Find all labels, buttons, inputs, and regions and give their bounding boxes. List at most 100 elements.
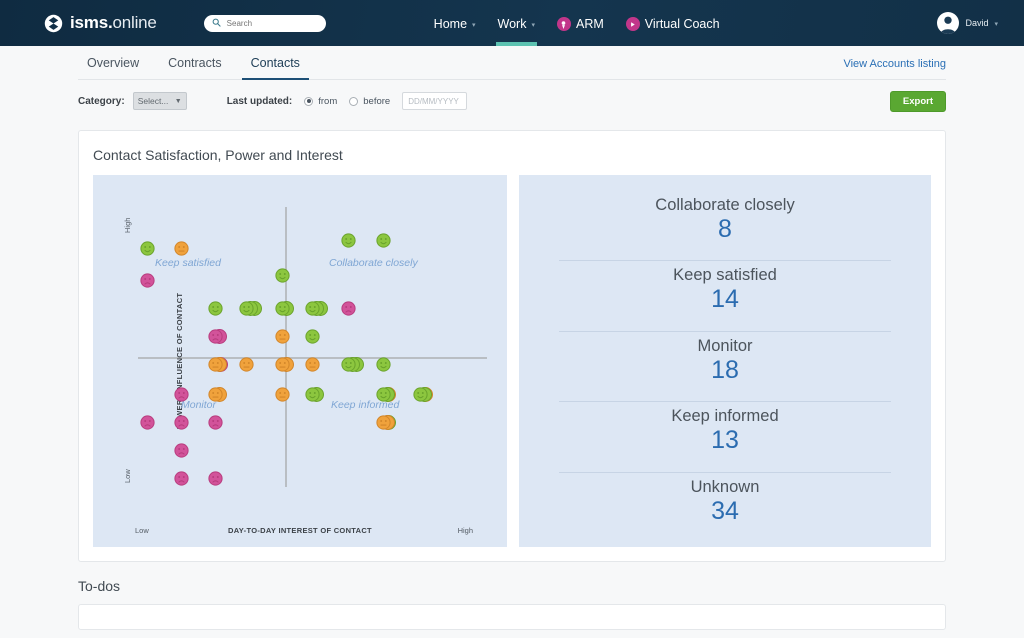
summary-row-unknown[interactable]: Unknown 34 <box>559 471 891 531</box>
nav-item-home-label: Home <box>433 17 468 31</box>
contact-point[interactable] <box>239 357 254 372</box>
date-input-placeholder: DD/MM/YYYY <box>408 96 459 106</box>
contact-point[interactable] <box>140 273 155 288</box>
contact-point[interactable] <box>208 329 223 344</box>
contact-point[interactable] <box>305 329 320 344</box>
chart-y-tick-low: Low <box>123 469 132 483</box>
contact-point[interactable] <box>275 301 290 316</box>
contact-point[interactable] <box>174 471 189 486</box>
view-accounts-listing-link[interactable]: View Accounts listing <box>843 58 946 70</box>
date-input[interactable]: DD/MM/YYYY <box>402 92 468 110</box>
contact-point[interactable] <box>376 233 391 248</box>
contact-point[interactable] <box>341 233 356 248</box>
user-name-label: David <box>965 18 989 28</box>
nav-item-work-label: Work <box>497 17 527 31</box>
summary-row-monitor[interactable]: Monitor 18 <box>559 330 891 390</box>
contact-point[interactable] <box>305 357 320 372</box>
tab-overview[interactable]: Overview <box>78 56 148 79</box>
contact-point[interactable] <box>376 357 391 372</box>
summary-label: Keep informed <box>671 407 779 426</box>
contact-point[interactable] <box>208 357 223 372</box>
brand-name-light: online <box>112 13 157 32</box>
summary-count: 8 <box>718 214 732 243</box>
contact-point[interactable] <box>341 357 356 372</box>
search-input[interactable] <box>224 17 318 29</box>
chevron-down-icon: ▾ <box>472 21 476 29</box>
chevron-down-icon: ▼ <box>174 97 182 105</box>
contact-point[interactable] <box>275 268 290 283</box>
radio-before[interactable] <box>349 96 359 106</box>
contact-point[interactable] <box>174 241 189 256</box>
contact-point[interactable] <box>239 301 254 316</box>
nav-item-virtual-coach-label: Virtual Coach <box>644 17 720 31</box>
chevron-down-icon: ▾ <box>531 21 535 29</box>
brand-logo[interactable]: isms.online <box>44 13 157 33</box>
contact-point[interactable] <box>174 415 189 430</box>
chart-y-axis <box>285 207 287 487</box>
contact-point[interactable] <box>208 387 223 402</box>
summary-label: Unknown <box>690 477 760 496</box>
contact-point[interactable] <box>305 301 320 316</box>
contact-point[interactable] <box>275 387 290 402</box>
export-button[interactable]: Export <box>889 90 946 112</box>
radio-from-label: from <box>318 95 338 107</box>
tab-contacts[interactable]: Contacts <box>241 56 310 80</box>
summary-row-collaborate-closely[interactable]: Collaborate closely 8 <box>559 191 891 249</box>
category-summary-panel: Collaborate closely 8 Keep satisfied 14 … <box>519 175 931 547</box>
nav-item-virtual-coach[interactable]: Virtual Coach <box>625 0 720 46</box>
avatar-icon <box>937 12 960 34</box>
search-box[interactable] <box>203 14 326 32</box>
contact-matrix-card: Contact Satisfaction, Power and Interest… <box>78 130 946 562</box>
summary-row-keep-satisfied[interactable]: Keep satisfied 14 <box>559 260 891 319</box>
quadrant-label-collaborate-closely: Collaborate closely <box>329 257 418 269</box>
section-tabs: Overview Contracts Contacts View Account… <box>78 46 946 80</box>
todos-card <box>78 604 946 630</box>
category-select[interactable]: Select... ▼ <box>132 92 187 110</box>
top-navigation-bar: isms.online Home ▾ Work ▾ ARM <box>0 0 1024 46</box>
contact-scatter-chart[interactable]: POWER / INFLUENCE OF CONTACT High Low DA… <box>93 175 507 547</box>
user-menu[interactable]: David ▾ <box>937 12 998 34</box>
summary-row-keep-informed[interactable]: Keep informed 13 <box>559 401 891 460</box>
chart-y-tick-high: High <box>123 217 132 233</box>
arm-badge-icon <box>556 17 571 31</box>
summary-count: 14 <box>711 285 739 314</box>
filter-bar: Category: Select... ▼ Last updated: from… <box>78 80 946 122</box>
summary-count: 34 <box>711 496 739 525</box>
contact-point[interactable] <box>413 387 428 402</box>
contact-point[interactable] <box>208 415 223 430</box>
brand-name-bold: isms. <box>70 13 113 32</box>
card-title: Contact Satisfaction, Power and Interest <box>93 147 343 163</box>
search-icon <box>212 14 221 32</box>
todos-heading: To-dos <box>78 578 121 594</box>
nav-item-arm-label: ARM <box>575 17 604 31</box>
contact-point[interactable] <box>305 387 320 402</box>
quadrant-label-keep-satisfied: Keep satisfied <box>155 257 221 269</box>
contact-point[interactable] <box>376 387 391 402</box>
summary-label: Collaborate closely <box>655 196 795 214</box>
radio-from[interactable] <box>304 96 314 106</box>
nav-item-work[interactable]: Work ▾ <box>495 0 538 46</box>
contact-point[interactable] <box>208 301 223 316</box>
last-updated-label: Last updated: <box>226 95 293 107</box>
summary-label: Monitor <box>697 336 753 355</box>
nav-item-arm[interactable]: ARM <box>556 0 604 46</box>
nav-item-home[interactable]: Home ▾ <box>434 0 476 46</box>
contact-point[interactable] <box>341 301 356 316</box>
radio-before-label: before <box>363 95 391 107</box>
contact-point[interactable] <box>174 387 189 402</box>
chart-x-tick-low: Low <box>135 526 149 535</box>
isms-logo-icon <box>44 14 63 33</box>
contact-point[interactable] <box>376 415 391 430</box>
virtual-coach-icon <box>625 17 640 31</box>
contact-point[interactable] <box>140 241 155 256</box>
tab-contracts[interactable]: Contracts <box>159 56 231 79</box>
contact-point[interactable] <box>174 443 189 458</box>
contact-point[interactable] <box>275 357 290 372</box>
category-select-value: Select... <box>137 96 169 106</box>
contact-point[interactable] <box>208 471 223 486</box>
chart-x-axis-label: DAY-TO-DAY INTEREST OF CONTACT <box>228 526 372 535</box>
summary-label: Keep satisfied <box>673 266 777 285</box>
category-label: Category: <box>78 95 125 107</box>
contact-point[interactable] <box>140 415 155 430</box>
contact-point[interactable] <box>275 329 290 344</box>
